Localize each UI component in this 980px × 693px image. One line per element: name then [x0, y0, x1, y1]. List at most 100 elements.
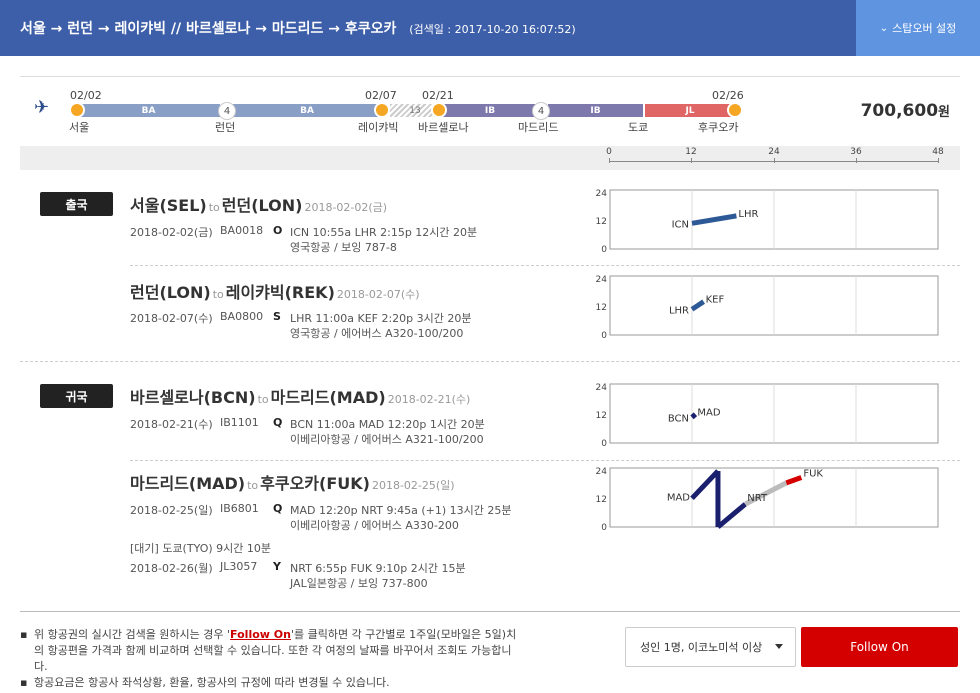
leg-from: 마드리드(MAD): [130, 474, 246, 493]
scale-label: 0: [606, 147, 612, 157]
airline-aircraft: 이베리아항공 / 에어버스 A330-200: [290, 519, 459, 532]
y-tick-label: 0: [601, 245, 607, 254]
city-label: 레이캬빅: [358, 121, 399, 134]
flight-number: BA0018: [220, 224, 264, 237]
note-text: 항공요금은 항공사 좌석상황, 환율, 항공사의 규정에 따라 변경될 수 있습…: [34, 676, 390, 689]
leg-from: 런던(LON): [130, 283, 211, 302]
itinerary-summary: ✈ BA BA 13 IB IB JL 4 4 02/02 02/07 02/2…: [20, 76, 960, 146]
flight-number: JL3057: [220, 560, 258, 573]
y-tick-label: 0: [601, 523, 607, 532]
y-tick-label: 0: [601, 439, 607, 448]
flight-date: 2018-02-02(금): [130, 226, 213, 239]
leg-title: 마드리드(MAD) to 후쿠오카(FUK) 2018-02-25(일): [130, 470, 455, 494]
flight-row: 2018-02-25(일) IB6801 Q MAD 12:20p NRT 9:…: [130, 502, 512, 532]
leg-to-word: to: [247, 479, 259, 492]
search-date: (검색일 : 2017-10-20 16:07:52): [409, 23, 576, 36]
city-label: 서울: [69, 121, 90, 134]
flight-number: IB1101: [220, 416, 259, 429]
booking-class: Y: [273, 560, 281, 573]
footer-divider: [20, 611, 960, 612]
stop-days-london: 4: [218, 102, 236, 120]
scale-tick: [774, 158, 775, 163]
leg-title: 런던(LON) to 레이캬빅(REK) 2018-02-07(수): [130, 279, 420, 303]
segment-ba-2: BA: [232, 104, 382, 117]
segment-ib-2: IB: [548, 104, 643, 117]
follow-on-button[interactable]: Follow On: [801, 627, 958, 667]
dot-barcelona: [431, 102, 447, 118]
leg-to: 마드리드(MAD): [270, 388, 386, 407]
passenger-class-value: 성인 1명, 이코노미석 이상: [640, 641, 763, 654]
outbound-badge: 출국: [40, 192, 113, 216]
airport-label: BCN: [668, 413, 689, 424]
airport-label: NRT: [747, 493, 768, 504]
stopover-label: 스탑오버 설정: [892, 22, 957, 35]
leg-to: 후쿠오카(FUK): [260, 474, 370, 493]
flight-number: BA0800: [220, 310, 264, 323]
flight-date: 2018-02-21(수): [130, 418, 213, 431]
leg-date: 2018-02-25(일): [371, 479, 455, 492]
stopover-settings-button[interactable]: ⌄ 스탑오버 설정: [856, 0, 980, 56]
city-label: 도쿄: [628, 121, 649, 134]
date-label: 02/02: [70, 89, 102, 102]
airline-aircraft: 영국항공 / 에어버스 A320-100/200: [290, 327, 464, 340]
city-label: 바르셀로나: [418, 121, 469, 134]
leg-date: 2018-02-21(수): [387, 393, 471, 406]
inbound-badge: 귀국: [40, 384, 113, 408]
leg-to-word: to: [208, 201, 220, 214]
flight-times: LHR 11:00a KEF 2:20p 3시간 20분: [290, 312, 472, 325]
scale-tick: [691, 158, 692, 163]
hour-scale: 0 12 24 36 48: [20, 146, 960, 170]
scale-label: 36: [850, 147, 862, 157]
flight-segment: [690, 412, 698, 420]
notes: 위 항공권의 실시간 검색을 원하시는 경우 'Follow On'를 클릭하면…: [20, 627, 520, 691]
flight-times: BCN 11:00a MAD 12:20p 1시간 20분: [290, 418, 485, 431]
y-tick-label: 24: [596, 383, 608, 393]
scale-label: 12: [685, 147, 697, 157]
flight-row: 2018-02-07(수) BA0800 S LHR 11:00a KEF 2:…: [130, 310, 472, 340]
y-tick-label: 24: [596, 275, 608, 285]
airport-label: MAD: [697, 407, 720, 418]
chevron-down-icon: ⌄: [879, 22, 889, 34]
city-label: 마드리드: [518, 121, 559, 134]
leg-divider: [130, 460, 960, 461]
booking-class: Q: [273, 502, 283, 515]
airline-aircraft: JAL일본항공 / 보잉 737-800: [290, 577, 428, 590]
flight-times: MAD 12:20p NRT 9:45a (+1) 13시간 25분: [290, 504, 512, 517]
scale-tick: [856, 158, 857, 163]
date-label: 02/07: [365, 89, 397, 102]
flight-row: 2018-02-21(수) IB1101 Q BCN 11:00a MAD 12…: [130, 416, 485, 446]
plane-icon: ✈: [34, 97, 50, 118]
date-label: 02/26: [712, 89, 744, 102]
route-text: 서울 → 런던 → 레이캬빅 // 바르셀로나 → 마드리드 → 후쿠오카: [20, 21, 397, 37]
leg-date: 2018-02-02(금): [304, 201, 388, 214]
route-title: 서울 → 런던 → 레이캬빅 // 바르셀로나 → 마드리드 → 후쿠오카 (검…: [20, 18, 576, 38]
stop-days-madrid: 4: [532, 102, 550, 120]
leg-date: 2018-02-07(수): [336, 288, 420, 301]
airport-label: ICN: [672, 219, 689, 230]
price-value: 700,600: [860, 101, 939, 121]
leg-from: 바르셀로나(BCN): [130, 388, 256, 407]
leg-title: 서울(SEL) to 런던(LON) 2018-02-02(금): [130, 192, 387, 216]
section-divider: [20, 361, 960, 362]
flight-time-chart: 24 12 0 LHR KEF: [596, 275, 939, 340]
leg-from: 서울(SEL): [130, 196, 207, 215]
passenger-class-select[interactable]: 성인 1명, 이코노미석 이상: [625, 627, 796, 667]
airline-aircraft: 이베리아항공 / 에어버스 A321-100/200: [290, 433, 484, 446]
dot-fukuoka: [727, 102, 743, 118]
follow-on-link[interactable]: Follow On: [230, 628, 291, 641]
segment-ba-1: BA: [77, 104, 220, 117]
leg-divider: [130, 265, 960, 266]
airport-label: MAD: [667, 492, 690, 503]
flight-row: 2018-02-26(월) JL3057 Y NRT 6:55p FUK 9:1…: [130, 560, 466, 590]
leg-to: 런던(LON): [221, 196, 303, 215]
dot-seoul: [69, 102, 85, 118]
airport-label: KEF: [706, 295, 725, 306]
note-item: 항공요금은 항공사 좌석상황, 환율, 항공사의 규정에 따라 변경될 수 있습…: [20, 675, 520, 691]
flight-date: 2018-02-07(수): [130, 312, 213, 325]
price-currency: 원: [938, 105, 950, 120]
date-label: 02/21: [422, 89, 454, 102]
booking-class: O: [273, 224, 283, 237]
segment-jl: JL: [645, 104, 735, 117]
airline-aircraft: 영국항공 / 보잉 787-8: [290, 241, 397, 254]
y-tick-label: 12: [596, 303, 607, 313]
